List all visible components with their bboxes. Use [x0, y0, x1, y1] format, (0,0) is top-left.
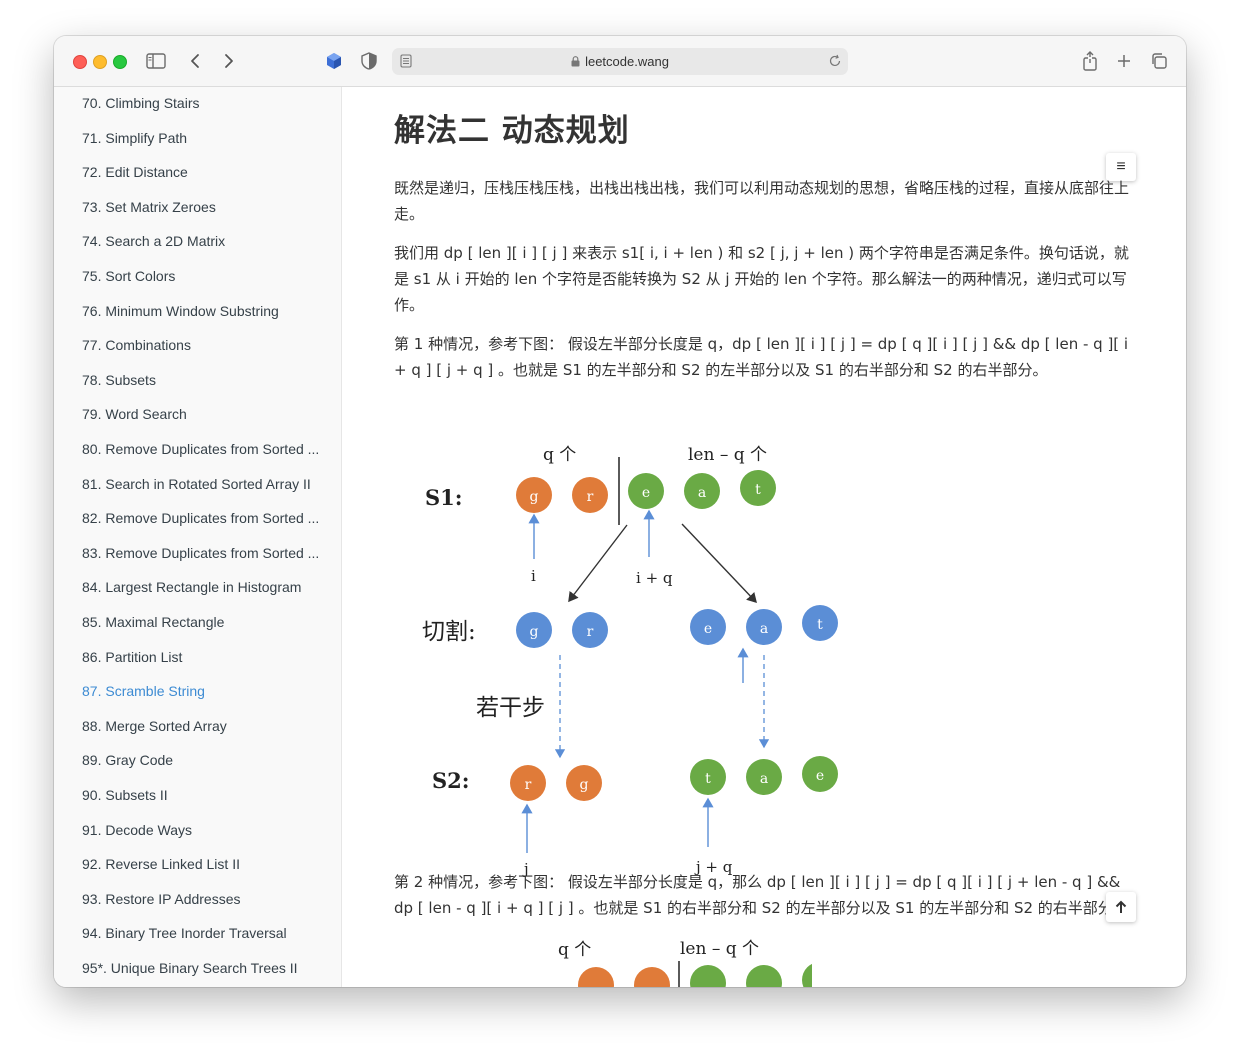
sidebar-item[interactable]: 81. Search in Rotated Sorted Array II — [82, 474, 327, 494]
sidebar-item[interactable]: 74. Search a 2D Matrix — [82, 231, 327, 251]
back-icon[interactable] — [183, 50, 207, 72]
minimize-window-button[interactable] — [93, 55, 107, 69]
diagram2-label-q-count: q 个 — [558, 940, 591, 960]
label-s1: S1: — [425, 485, 463, 510]
scramble-diagram-case-1: q 个 len – q 个 S1: g r e a t i i + q 切割: … — [422, 445, 838, 878]
paragraph-4: 第 2 种情况，参考下图： 假设左半部分长度是 q，那么 dp [ len ][… — [394, 873, 1128, 917]
diagram2-label-lenq-count: len – q 个 — [680, 939, 759, 959]
sidebar-item[interactable]: 84. Largest Rectangle in Histogram — [82, 577, 327, 597]
sidebar-item[interactable]: 71. Simplify Path — [82, 128, 327, 148]
diagram2-node-2 — [634, 967, 670, 987]
s2-node-e-label: e — [816, 768, 824, 784]
sidebar-item[interactable]: 95*. Unique Binary Search Trees II — [82, 958, 327, 978]
s1-node-t-label: t — [755, 482, 761, 498]
sidebar-item[interactable]: 94. Binary Tree Inorder Traversal — [82, 923, 327, 943]
s2-node-r-label: r — [525, 777, 532, 793]
cut-node-g-label: g — [530, 624, 539, 640]
paragraph-1: 既然是递归，压栈压栈压栈，出栈出栈出栈，我们可以利用动态规划的思想，省略压栈的过… — [394, 179, 1130, 223]
sidebar-item[interactable]: 79. Word Search — [82, 404, 327, 424]
lock-icon — [571, 49, 580, 76]
sidebar-item[interactable]: 82. Remove Duplicates from Sorted ... — [82, 508, 327, 528]
diagram2-node-3 — [690, 965, 726, 987]
s1-node-g-label: g — [530, 489, 539, 505]
sidebar-item[interactable]: 87. Scramble String — [82, 681, 327, 701]
sidebar-item[interactable]: 92. Reverse Linked List II — [82, 854, 327, 874]
sidebar-item[interactable]: 85. Maximal Rectangle — [82, 612, 327, 632]
s2-node-t-label: t — [705, 771, 711, 787]
cut-node-t-label: t — [817, 617, 823, 633]
zoom-window-button[interactable] — [113, 55, 127, 69]
paragraph-2: 我们用 dp [ len ][ i ] [ j ] 来表示 s1[ i, i +… — [394, 244, 1129, 314]
cut-right-arrow — [681, 523, 757, 604]
share-icon[interactable] — [1078, 50, 1102, 72]
sidebar-item[interactable]: 75. Sort Colors — [82, 266, 327, 286]
sidebar-item[interactable]: 78. Subsets — [82, 370, 327, 390]
s1-node-e-label: e — [642, 485, 650, 501]
diagram2-node-4 — [746, 965, 782, 987]
url-display: leetcode.wang — [392, 48, 848, 75]
url-text: leetcode.wang — [585, 54, 669, 69]
sidebar-item[interactable]: 86. Partition List — [82, 647, 327, 667]
arrow-up-icon — [1115, 900, 1127, 913]
label-several-steps: 若干步 — [476, 695, 545, 721]
label-iq: i + q — [636, 569, 673, 587]
forward-icon[interactable] — [217, 50, 241, 72]
browser-window: leetcode.wang 70. Climbing Stairs 71. Sim… — [54, 36, 1186, 987]
book-sidebar: 70. Climbing Stairs 71. Simplify Path 72. … — [54, 87, 342, 987]
sidebar-item[interactable]: 76. Minimum Window Substring — [82, 301, 327, 321]
section-heading: 解法二 动态规划 — [394, 113, 630, 149]
sidebar-item[interactable]: 93. Restore IP Addresses — [82, 889, 327, 909]
paragraph-3: 第 1 种情况，参考下图： 假设左半部分长度是 q，dp [ len ][ i … — [394, 335, 1129, 379]
s2-node-a-label: a — [760, 771, 768, 787]
label-cut: 切割: — [422, 619, 476, 645]
cut-node-a-label: a — [760, 621, 768, 637]
label-q-count: q 个 — [543, 445, 576, 465]
sidebar-item[interactable]: 72. Edit Distance — [82, 162, 327, 182]
privacy-shield-icon[interactable] — [357, 50, 381, 72]
sidebar-item[interactable]: 83. Remove Duplicates from Sorted ... — [82, 543, 327, 563]
list-icon: ≡ — [1116, 158, 1126, 175]
label-s2: S2: — [432, 768, 470, 793]
diagram2-node-5 — [802, 963, 812, 987]
sidebar-toggle-icon[interactable] — [144, 50, 168, 72]
diagram2-node-1 — [578, 967, 614, 987]
s2-node-g-label: g — [580, 777, 589, 793]
sidebar-item[interactable]: 80. Remove Duplicates from Sorted ... — [82, 439, 327, 459]
sidebar-item[interactable]: 90. Subsets II — [82, 785, 327, 805]
new-tab-icon[interactable] — [1112, 50, 1136, 72]
sidebar-item[interactable]: 88. Merge Sorted Array — [82, 716, 327, 736]
sidebar-item[interactable]: 73. Set Matrix Zeroes — [82, 197, 327, 217]
cut-node-r-label: r — [587, 624, 594, 640]
back-to-top-button[interactable] — [1106, 892, 1136, 922]
label-i: i — [531, 567, 536, 585]
reload-icon[interactable] — [828, 54, 842, 73]
tab-overview-icon[interactable] — [1147, 50, 1171, 72]
sidebar-item[interactable]: 89. Gray Code — [82, 750, 327, 770]
sidebar-item[interactable]: 70. Climbing Stairs — [82, 93, 327, 113]
browser-toolbar: leetcode.wang — [54, 36, 1186, 87]
address-bar[interactable]: leetcode.wang — [392, 48, 848, 75]
label-lenq-count: len – q 个 — [688, 445, 767, 465]
sidebar-item[interactable]: 77. Combinations — [82, 335, 327, 355]
article-content: 解法二 动态规划 ≡ 既然是递归，压栈压栈压栈，出栈出栈出栈，我们可以利用动态规… — [342, 87, 1186, 987]
s1-node-r-label: r — [587, 489, 594, 505]
sidebar-item[interactable]: 91. Decode Ways — [82, 820, 327, 840]
cut-left-arrow — [568, 524, 628, 603]
s1-node-a-label: a — [698, 485, 706, 501]
cut-node-e-label: e — [704, 621, 712, 637]
scramble-diagram-case-2: q 个 len – q 个 — [558, 939, 812, 987]
extension-cube-icon[interactable] — [322, 50, 346, 72]
close-window-button[interactable] — [73, 55, 87, 69]
